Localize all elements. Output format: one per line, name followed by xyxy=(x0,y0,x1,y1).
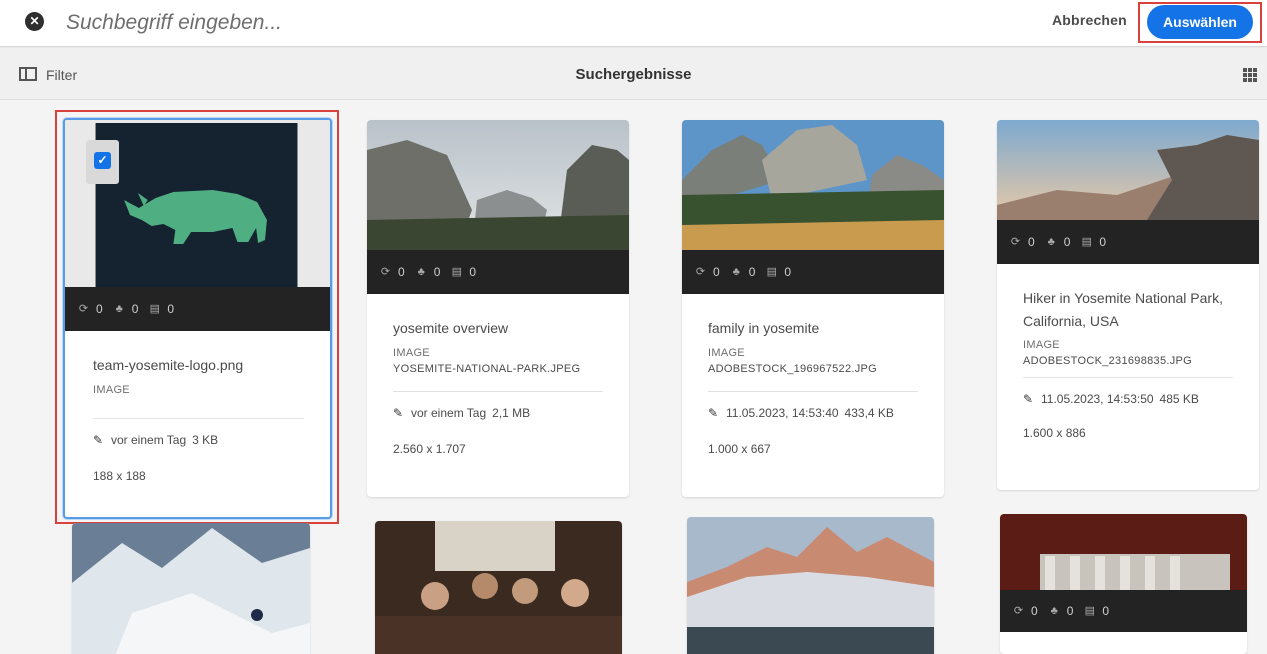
comment-icon: ▤ xyxy=(766,265,778,278)
stat-value: 0 xyxy=(96,302,103,316)
stat-value: 0 xyxy=(398,265,405,279)
people-icon: ♣ xyxy=(1050,604,1058,617)
dimensions: 2.560 x 1.707 xyxy=(393,442,466,456)
refresh-icon: ⟳ xyxy=(380,265,391,278)
stat-value: 0 xyxy=(1028,235,1035,249)
modified-time: 11.05.2023, 14:53:40 xyxy=(726,406,839,420)
page-title: Suchergebnisse xyxy=(575,66,692,83)
people-icon: ♣ xyxy=(417,265,425,278)
asset-filename: ADOBESTOCK_231698835.JPG xyxy=(1023,355,1193,367)
stat-value: 0 xyxy=(1066,604,1074,618)
comment-icon: ▤ xyxy=(149,302,161,315)
cancel-button[interactable]: Abbrechen xyxy=(1052,12,1127,28)
people-icon: ♣ xyxy=(1047,235,1055,248)
asset-filename: YOSEMITE-NATIONAL-PARK.JPEG xyxy=(393,363,581,375)
search-bar: ✕ Abbrechen Auswählen xyxy=(0,0,1267,47)
comment-icon: ▤ xyxy=(451,265,463,278)
dimensions: 188 x 188 xyxy=(93,469,146,483)
asset-stats: ⟳ 0 ♣ 0 ▤ 0 xyxy=(682,250,944,294)
checkbox[interactable]: ✓ xyxy=(86,140,119,184)
people-icon: ♣ xyxy=(115,302,123,315)
stat-value: 0 xyxy=(1031,604,1038,618)
people-icon: ♣ xyxy=(732,265,740,278)
refresh-icon: ⟳ xyxy=(1010,235,1021,248)
asset-title: family in yosemite xyxy=(708,320,820,336)
asset-thumbnail xyxy=(997,120,1259,220)
pencil-icon: ✎ xyxy=(93,433,104,447)
search-input[interactable] xyxy=(66,6,666,40)
stat-value: 0 xyxy=(748,265,756,279)
asset-thumbnail xyxy=(1000,514,1247,590)
asset-thumbnail xyxy=(72,523,310,654)
stat-value: 0 xyxy=(1099,235,1107,249)
stat-value: 0 xyxy=(784,265,792,279)
modified-time: vor einem Tag xyxy=(411,406,487,420)
dimensions: 1.600 x 886 xyxy=(1023,426,1086,440)
stat-value: 0 xyxy=(713,265,720,279)
asset-type: IMAGE xyxy=(1023,339,1060,351)
asset-card[interactable]: ⟳ 0 ♣ 0 ▤ 0 yosemite overview IMAGE YOSEMIT… xyxy=(367,120,629,497)
asset-card[interactable]: ✓ ⟳ 0 ♣ 0 ▤ 0 team-yosemite-logo.png IMAGE … xyxy=(63,118,332,519)
checkbox-icon: ✓ xyxy=(94,152,111,169)
stat-value: 0 xyxy=(433,265,441,279)
stat-value: 0 xyxy=(131,302,139,316)
asset-title: Hiker in Yosemite National Park, Califor… xyxy=(1023,290,1223,329)
asset-thumbnail xyxy=(682,120,944,250)
asset-stats: ⟳ 0 ♣ 0 ▤ 0 xyxy=(367,250,629,294)
pencil-icon: ✎ xyxy=(1023,392,1034,406)
asset-card[interactable]: ⟳ 0 ♣ 0 ▤ 0 xyxy=(1000,514,1247,654)
stat-value: 0 xyxy=(469,265,477,279)
asset-thumbnail xyxy=(375,521,622,654)
asset-card[interactable]: ⟳ 0 ♣ 0 ▤ 0 family in yosemite IMAGE ADOBES… xyxy=(682,120,944,497)
action-bar: Filter Suchergebnisse xyxy=(0,48,1267,100)
file-size: 2,1 MB xyxy=(492,406,531,420)
comment-icon: ▤ xyxy=(1081,235,1093,248)
asset-title: team-yosemite-logo.png xyxy=(93,357,244,373)
close-icon[interactable]: ✕ xyxy=(25,12,44,31)
asset-type: IMAGE xyxy=(393,347,430,359)
asset-card[interactable]: ⟳ 0 ♣ 0 ▤ 0 Hiker in Yosemite National Park… xyxy=(997,120,1259,490)
asset-type: IMAGE xyxy=(708,347,745,359)
stat-value: 0 xyxy=(1063,235,1071,249)
pencil-icon: ✎ xyxy=(708,406,719,420)
asset-title: yosemite overview xyxy=(393,320,509,336)
pencil-icon: ✎ xyxy=(393,406,404,420)
asset-thumbnail xyxy=(367,120,629,250)
asset-stats: ⟳ 0 ♣ 0 ▤ 0 xyxy=(1000,590,1247,632)
file-size: 485 KB xyxy=(1159,392,1199,406)
refresh-icon: ⟳ xyxy=(1013,604,1024,617)
asset-thumbnail xyxy=(687,517,934,654)
asset-stats: ⟳ 0 ♣ 0 ▤ 0 xyxy=(997,220,1259,264)
stat-value: 0 xyxy=(167,302,175,316)
modified-time: vor einem Tag xyxy=(111,433,187,447)
asset-card[interactable] xyxy=(375,521,622,654)
comment-icon: ▤ xyxy=(1084,604,1096,617)
asset-stats: ⟳ 0 ♣ 0 ▤ 0 xyxy=(65,287,330,331)
select-button[interactable]: Auswählen xyxy=(1147,5,1253,39)
modified-time: 11.05.2023, 14:53:50 xyxy=(1041,392,1154,406)
stat-value: 0 xyxy=(1102,604,1110,618)
file-size: 3 KB xyxy=(192,433,219,447)
asset-card[interactable] xyxy=(687,517,934,654)
refresh-icon: ⟳ xyxy=(78,302,89,315)
asset-type: IMAGE xyxy=(93,384,130,396)
refresh-icon: ⟳ xyxy=(695,265,706,278)
asset-filename: ADOBESTOCK_196967522.JPG xyxy=(708,363,878,375)
asset-card[interactable] xyxy=(72,523,310,654)
grid-view-icon[interactable] xyxy=(1243,68,1257,82)
file-size: 433,4 KB xyxy=(844,406,894,420)
dimensions: 1.000 x 667 xyxy=(708,442,771,456)
